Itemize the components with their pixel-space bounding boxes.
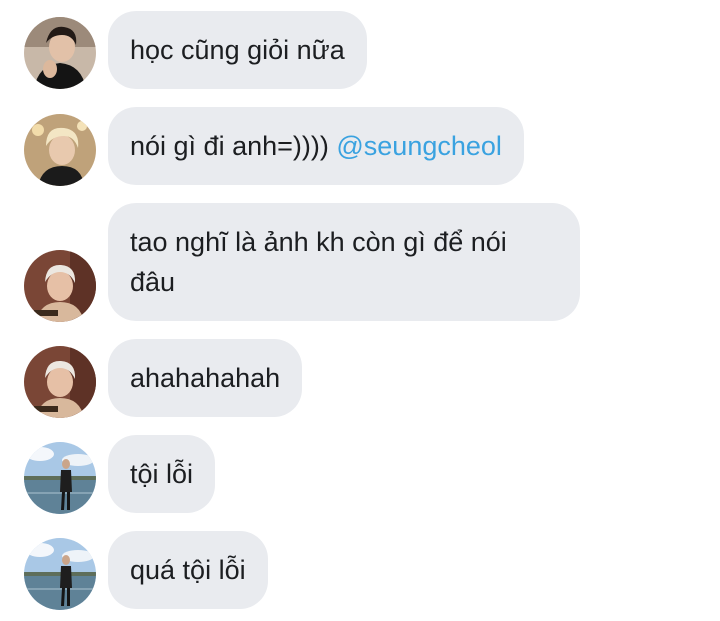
message-bubble[interactable]: ahahahahah <box>108 339 303 417</box>
message-text: ahahahahah <box>130 363 281 393</box>
mention-link[interactable]: @seungcheol <box>336 131 502 161</box>
avatar-white-hair-man[interactable] <box>24 346 96 418</box>
avatar-lakeside-man[interactable] <box>24 538 96 610</box>
message-text: tội lỗi <box>130 459 194 489</box>
avatar-white-hair-man[interactable] <box>24 250 96 322</box>
message-bubble[interactable]: học cũng giỏi nữa <box>108 11 367 89</box>
message-bubble[interactable]: quá tội lỗi <box>108 531 268 609</box>
message-text: nói gì đi anh=)))) @seungcheol <box>130 131 502 161</box>
message-text: quá tội lỗi <box>130 555 246 585</box>
message-bubble[interactable]: nói gì đi anh=)))) @seungcheol <box>108 107 524 185</box>
avatar-lakeside-man[interactable] <box>24 442 96 514</box>
message-text: học cũng giỏi nữa <box>130 35 345 65</box>
message-bubble[interactable]: tội lỗi <box>108 435 216 513</box>
message-text: tao nghĩ là ảnh kh còn gì để nói đâu <box>130 227 507 297</box>
chat-thread: học cũng giỏi nữa nói gì đi anh=)))) @se… <box>0 0 720 621</box>
avatar-dark-hair-man[interactable] <box>24 17 96 89</box>
message-bubble[interactable]: tao nghĩ là ảnh kh còn gì để nói đâu <box>108 203 580 321</box>
avatar-blonde-man[interactable] <box>24 114 96 186</box>
